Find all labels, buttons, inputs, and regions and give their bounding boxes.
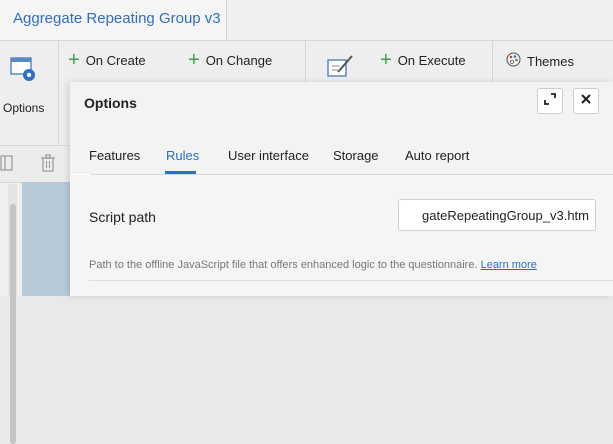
on-change-label: On Change — [205, 52, 273, 68]
options-label: Options — [3, 101, 45, 115]
collapse-panel-icon[interactable] — [0, 154, 14, 177]
on-create-button[interactable]: + On Create — [68, 49, 146, 71]
help-text: Path to the offline JavaScript file that… — [89, 259, 537, 271]
plus-icon: + — [68, 49, 80, 71]
palette-icon — [506, 52, 521, 70]
options-dialog: Options Features Rules User interface St… — [70, 82, 613, 296]
panel-toolbar — [0, 146, 70, 183]
tab-features[interactable]: Features — [89, 148, 140, 163]
dialog-header: Options — [70, 82, 613, 124]
script-path-label: Script path — [89, 209, 156, 225]
window-header: Aggregate Repeating Group v3 — [0, 0, 613, 41]
plus-icon: + — [188, 49, 200, 71]
plus-icon: + — [380, 49, 392, 71]
on-change-button[interactable]: + On Change — [188, 49, 273, 71]
close-button[interactable] — [573, 88, 599, 114]
expand-icon — [543, 92, 557, 111]
on-execute-button[interactable]: + On Execute — [380, 49, 466, 71]
tab-bar: Features Rules User interface Storage Au… — [70, 124, 613, 175]
designer-canvas — [22, 182, 70, 296]
tab-auto-report[interactable]: Auto report — [405, 148, 469, 163]
tab-storage[interactable]: Storage — [333, 148, 379, 163]
script-path-value: gateRepeatingGroup_v3.htm — [422, 207, 589, 223]
dialog-title: Options — [84, 95, 137, 111]
divider — [89, 280, 613, 281]
script-edit-icon[interactable] — [326, 52, 356, 85]
on-create-label: On Create — [85, 52, 146, 68]
themes-label: Themes — [527, 53, 574, 69]
tab-user-interface[interactable]: User interface — [228, 148, 309, 163]
document-title: Aggregate Repeating Group v3 — [13, 10, 221, 27]
themes-button[interactable]: Themes — [506, 52, 574, 70]
trash-icon[interactable] — [40, 154, 56, 177]
on-execute-label: On Execute — [397, 52, 466, 68]
document-tab[interactable]: Aggregate Repeating Group v3 — [0, 0, 227, 40]
ribbon-separator — [58, 41, 59, 145]
options-button[interactable]: Options — [0, 51, 52, 115]
script-path-input[interactable]: gateRepeatingGroup_v3.htm — [398, 199, 596, 231]
rules-panel: Script path gateRepeatingGroup_v3.htm Pa… — [70, 175, 613, 296]
scrollbar-thumb[interactable] — [10, 204, 16, 444]
learn-more-link[interactable]: Learn more — [481, 259, 537, 271]
close-icon — [580, 92, 592, 110]
options-gear-icon — [9, 55, 39, 90]
expand-button[interactable] — [537, 88, 563, 114]
help-description: Path to the offline JavaScript file that… — [89, 259, 478, 271]
tab-rules[interactable]: Rules — [166, 148, 199, 163]
